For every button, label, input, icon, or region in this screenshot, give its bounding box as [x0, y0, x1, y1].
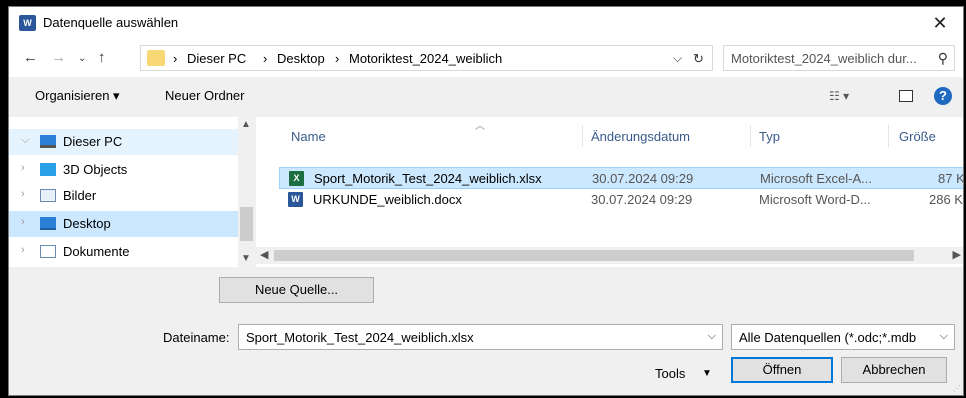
address-history-chevron-icon[interactable]: ⌵: [673, 51, 682, 66]
pictures-icon: [40, 189, 56, 202]
nav-item-label: 3D Objects: [63, 162, 128, 177]
up-arrow-icon[interactable]: ↑: [98, 49, 106, 66]
back-arrow-icon[interactable]: ←: [23, 49, 38, 66]
nav-item-desktop[interactable]: › Desktop: [9, 211, 238, 237]
resize-grip-icon[interactable]: ⋰: [953, 384, 961, 393]
refresh-icon[interactable]: ↻: [693, 51, 704, 67]
column-divider[interactable]: [888, 125, 889, 147]
new-folder-button[interactable]: Neuer Ordner: [165, 88, 244, 103]
file-list: ︿ Name Änderungsdatum Typ Größe X Sport_…: [256, 117, 963, 267]
preview-pane-icon[interactable]: [899, 90, 913, 102]
file-size: 87 KB: [938, 171, 963, 186]
forward-arrow-icon[interactable]: →: [51, 49, 66, 66]
scrollbar-thumb[interactable]: [274, 250, 914, 261]
address-row: ← → ⌄ ↑ › Dieser PC › Desktop › Motorikt…: [9, 39, 963, 77]
tools-menu[interactable]: Tools: [655, 366, 685, 381]
search-input[interactable]: Motoriktest_2024_weiblich dur...: [731, 51, 917, 66]
scroll-up-icon[interactable]: ▲: [241, 119, 251, 130]
nav-item-3d-objects[interactable]: › 3D Objects: [9, 157, 238, 183]
close-icon[interactable]: ✕: [917, 7, 963, 39]
file-date: 30.07.2024 09:29: [592, 171, 694, 186]
word-file-icon: W: [288, 192, 303, 207]
breadcrumb-desktop[interactable]: Desktop: [277, 51, 325, 66]
filetype-select[interactable]: Alle Datenquellen (*.odc;*.mdb ⌵: [731, 324, 955, 350]
open-button[interactable]: Öffnen: [731, 357, 833, 383]
scrollbar-thumb[interactable]: [240, 207, 253, 241]
address-bar[interactable]: › Dieser PC › Desktop › Motoriktest_2024…: [140, 45, 713, 71]
table-row[interactable]: W URKUNDE_weiblich.docx 30.07.2024 09:29…: [279, 189, 963, 211]
breadcrumb-current-folder[interactable]: Motoriktest_2024_weiblich: [349, 51, 502, 66]
file-type: Microsoft Word-D...: [759, 192, 871, 207]
nav-item-label: Bilder: [63, 188, 97, 203]
column-divider[interactable]: [750, 125, 751, 147]
scroll-down-icon[interactable]: ▼: [241, 253, 251, 264]
cube-icon: [40, 163, 56, 176]
nav-item-label: Dokumente: [63, 244, 130, 259]
sort-ascending-icon: ︿: [475, 121, 485, 132]
search-box[interactable]: Motoriktest_2024_weiblich dur... ⚲: [723, 45, 955, 71]
filename-input[interactable]: Sport_Motorik_Test_2024_weiblich.xlsx: [246, 330, 474, 345]
organize-menu[interactable]: Organisieren ▾: [35, 88, 120, 104]
tools-dropdown-icon[interactable]: ▼: [702, 368, 712, 379]
column-header-size[interactable]: Größe: [899, 129, 936, 144]
filename-label: Dateiname:: [163, 330, 230, 345]
scroll-right-icon[interactable]: ▶: [953, 248, 961, 261]
nav-item-label: Dieser PC: [63, 134, 123, 149]
search-icon: ⚲: [937, 50, 948, 66]
recent-dropdown-icon[interactable]: ⌄: [78, 53, 86, 64]
file-list-horizontal-scrollbar[interactable]: ◀ ▶: [256, 247, 963, 264]
folder-icon: [147, 50, 165, 66]
file-size: 286 KB: [929, 192, 963, 207]
column-header-type[interactable]: Typ: [759, 129, 780, 144]
nav-item-documents[interactable]: › Dokumente: [9, 239, 238, 265]
breadcrumb-separator: ›: [335, 51, 340, 66]
file-date: 30.07.2024 09:29: [591, 192, 693, 207]
dialog-window: W Datenquelle auswählen ✕ ← → ⌄ ↑ › Dies…: [8, 6, 964, 396]
help-icon[interactable]: ?: [934, 87, 952, 105]
title-bar: W Datenquelle auswählen ✕: [9, 7, 963, 39]
file-name: Sport_Motorik_Test_2024_weiblich.xlsx: [314, 171, 542, 186]
new-source-button[interactable]: Neue Quelle...: [219, 277, 374, 303]
documents-icon: [40, 245, 56, 258]
chevron-right-icon[interactable]: ›: [21, 216, 25, 228]
column-header-name[interactable]: Name: [291, 129, 326, 144]
nav-item-pictures[interactable]: › Bilder: [9, 183, 238, 209]
desktop-icon: [40, 217, 56, 230]
command-bar: Organisieren ▾ Neuer Ordner ☷ ▾ ?: [9, 77, 963, 115]
excel-file-icon: X: [289, 171, 304, 186]
cancel-button[interactable]: Abbrechen: [841, 357, 947, 383]
dialog-title: Datenquelle auswählen: [43, 15, 179, 30]
column-header-date[interactable]: Änderungsdatum: [591, 129, 690, 144]
navigation-pane: ⌵ Dieser PC › 3D Objects › Bilder › Desk…: [9, 117, 246, 267]
breadcrumb-this-pc[interactable]: Dieser PC: [187, 51, 246, 66]
navigation-scrollbar[interactable]: ▲ ▼: [238, 117, 255, 267]
filetype-value: Alle Datenquellen (*.odc;*.mdb: [739, 330, 917, 345]
computer-icon: [40, 135, 56, 148]
chevron-right-icon[interactable]: ›: [21, 244, 25, 256]
breadcrumb-separator: ›: [263, 51, 268, 66]
word-icon: W: [19, 15, 36, 31]
file-type: Microsoft Excel-A...: [760, 171, 872, 186]
chevron-down-icon[interactable]: ⌵: [21, 134, 29, 147]
nav-item-label: Desktop: [63, 216, 111, 231]
filename-field[interactable]: Sport_Motorik_Test_2024_weiblich.xlsx ⌵: [238, 324, 723, 350]
chevron-down-icon[interactable]: ⌵: [708, 330, 716, 343]
chevron-right-icon[interactable]: ›: [21, 188, 25, 200]
nav-item-this-pc[interactable]: ⌵ Dieser PC: [9, 129, 238, 155]
chevron-right-icon[interactable]: ›: [21, 162, 25, 174]
scroll-left-icon[interactable]: ◀: [260, 248, 268, 261]
chevron-down-icon[interactable]: ⌵: [940, 330, 948, 343]
table-row[interactable]: X Sport_Motorik_Test_2024_weiblich.xlsx …: [279, 167, 963, 189]
breadcrumb-separator: ›: [173, 51, 178, 66]
column-divider[interactable]: [582, 125, 583, 147]
file-name: URKUNDE_weiblich.docx: [313, 192, 462, 207]
view-options-icon[interactable]: ☷ ▾: [829, 89, 849, 103]
